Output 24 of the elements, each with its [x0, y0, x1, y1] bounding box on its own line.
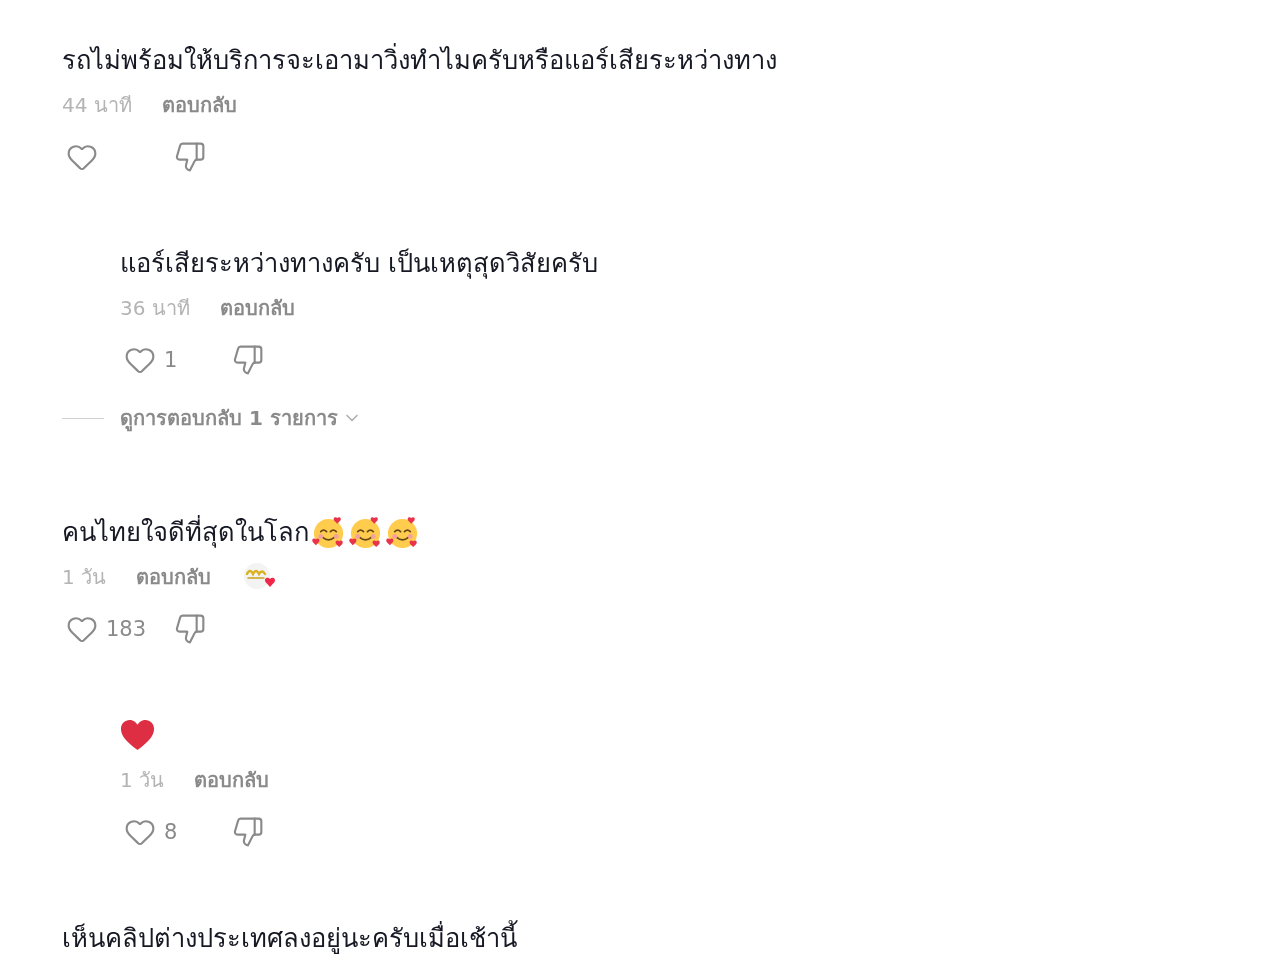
timestamp: 44 นาที	[62, 92, 132, 119]
comment-text: รถไม่พร้อมให้บริการจะเอามาวิ่งทำไมครับหรือแอร์เสียระหว่างทาง	[62, 42, 777, 77]
smiling-face-with-hearts-icon	[348, 514, 383, 550]
reply-button[interactable]: ตอบกลับ	[219, 292, 295, 324]
smiling-face-with-hearts-icon	[311, 514, 346, 550]
thumbs-down-icon[interactable]	[174, 613, 206, 645]
comment-text: คนไทยใจดีที่สุดในโลก	[62, 514, 309, 550]
timestamp: 1 วัน	[120, 767, 165, 794]
reply-button[interactable]: ตอบกลับ	[194, 764, 270, 796]
smiling-face-with-hearts-icon	[385, 514, 420, 550]
like-count: 183	[106, 617, 147, 641]
like-count: 1	[164, 348, 178, 372]
thumbs-down-icon[interactable]	[232, 816, 264, 848]
like-count: 8	[164, 820, 178, 844]
timestamp: 1 วัน	[62, 564, 107, 591]
comment-text: เห็นคลิปต่างประเทศลงอยู่นะครับเมื่อเช้านี้	[62, 920, 517, 956]
reply-button[interactable]: ตอบกลับ	[136, 561, 212, 593]
reply-button[interactable]: ตอบกลับ	[161, 89, 237, 121]
thumbs-down-icon[interactable]	[232, 344, 264, 376]
view-replies-button[interactable]: ดูการตอบกลับ 1 รายการ	[120, 402, 362, 434]
heart-emoji-icon	[120, 717, 155, 753]
comment-text: แอร์เสียระหว่างทางครับ เป็นเหตุสุดวิสัยครับ	[120, 247, 599, 281]
timestamp: 36 นาที	[120, 295, 190, 322]
thumbs-down-icon[interactable]	[174, 141, 206, 173]
